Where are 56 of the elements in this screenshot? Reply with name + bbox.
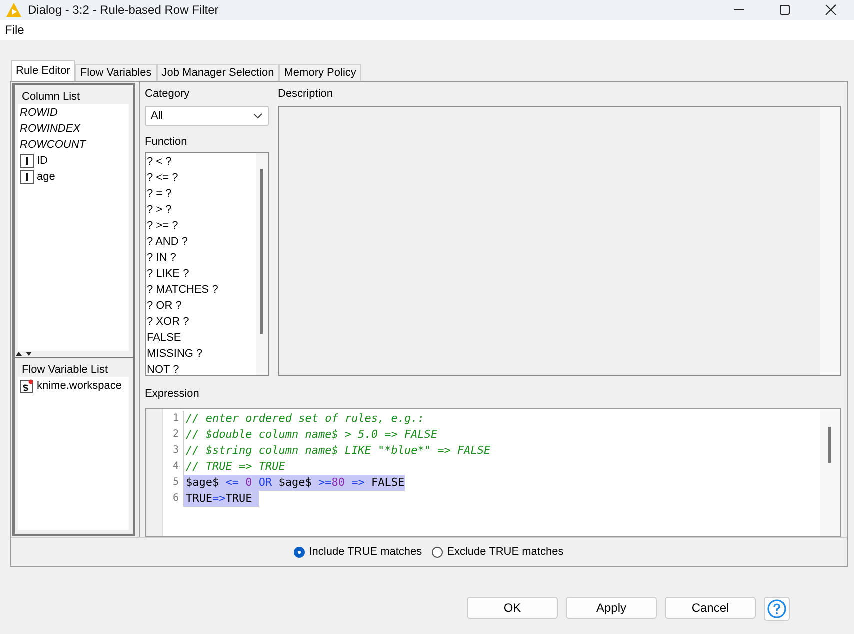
tab[interactable]: Flow Variables: [75, 64, 157, 81]
line-number: 2: [163, 426, 184, 443]
list-item[interactable]: ? MATCHES ?: [146, 282, 256, 298]
list-item[interactable]: ROWID: [20, 105, 127, 121]
tab[interactable]: Rule Editor: [11, 60, 76, 81]
category-dropdown[interactable]: All: [145, 106, 269, 126]
list-item[interactable]: ? > ?: [146, 202, 256, 218]
code-line: // $string column name$ LIKE "*blue*" => FALSE: [185, 442, 491, 459]
list-item[interactable]: ? <= ?: [146, 170, 256, 186]
list-item[interactable]: ? >= ?: [146, 218, 256, 234]
list-item[interactable]: ROWCOUNT: [20, 137, 127, 153]
list-item[interactable]: ? IN ?: [146, 250, 256, 266]
splitter-arrows-icon[interactable]: [15, 351, 35, 357]
list-item[interactable]: FALSE: [146, 330, 256, 346]
radio-button[interactable]: [294, 546, 306, 558]
expression-editor[interactable]: 1 // enter ordered set of rules, e.g.: 2 // $double column name$ > 5.0 => FALSE 3 // $string column name$ LIKE "*blue*" => FALSE 4 // TRUE => TRUE 5 $age$ <= 0 OR $age$ >=80 => FALSE 6 TRUE=>TRUE: [145, 408, 841, 537]
list-item[interactable]: age: [37, 169, 56, 185]
menu-item[interactable]: File: [0, 23, 30, 37]
dialog-button[interactable]: OK: [467, 597, 558, 619]
scrollbar-thumb[interactable]: [828, 426, 831, 463]
list-item[interactable]: ROWINDEX: [20, 121, 127, 137]
warning-triangle-icon: [6, 2, 22, 18]
list-item[interactable]: ? < ?: [146, 154, 256, 170]
line-number: 1: [163, 410, 184, 427]
radio-option[interactable]: Exclude TRUE matches: [432, 546, 564, 558]
function-label: Function: [145, 136, 188, 150]
column-list-title: Column List: [21, 90, 82, 104]
expression-label: Expression: [145, 388, 200, 402]
description-label: Description: [278, 88, 334, 102]
list-item[interactable]: ? OR ?: [146, 298, 256, 314]
code-line: // enter ordered set of rules, e.g.:: [185, 410, 424, 427]
help-button[interactable]: [764, 597, 790, 621]
dialog-button[interactable]: Apply: [566, 597, 657, 619]
radio-option[interactable]: Include TRUE matches: [294, 546, 422, 558]
scrollbar-thumb[interactable]: [260, 169, 263, 334]
list-item[interactable]: MISSING ?: [146, 346, 256, 362]
help-icon: [767, 599, 787, 619]
tab[interactable]: Memory Policy: [279, 64, 362, 81]
flow-variable-list-title: Flow Variable List: [21, 363, 109, 377]
window-title: Dialog - 3:2 - Rule-based Row Filter: [28, 3, 220, 17]
code-line: // $double column name$ > 5.0 => FALSE: [185, 426, 438, 443]
tab[interactable]: Job Manager Selection: [156, 64, 280, 81]
list-item[interactable]: ID: [37, 153, 48, 169]
dialog-button[interactable]: Cancel: [665, 597, 756, 619]
list-item[interactable]: ? AND ?: [146, 234, 256, 250]
radio-button[interactable]: [432, 546, 444, 558]
line-number: 3: [163, 442, 184, 459]
list-item[interactable]: ? = ?: [146, 186, 256, 202]
category-label: Category: [145, 88, 191, 102]
line-number: 4: [163, 458, 184, 475]
list-item[interactable]: ? LIKE ?: [146, 266, 256, 282]
code-line: // TRUE => TRUE: [185, 458, 286, 475]
list-item[interactable]: NOT ?: [146, 362, 256, 375]
chevron-down-icon: [253, 113, 263, 119]
list-item[interactable]: knime.workspace: [37, 378, 122, 394]
list-item[interactable]: ? XOR ?: [146, 314, 256, 330]
